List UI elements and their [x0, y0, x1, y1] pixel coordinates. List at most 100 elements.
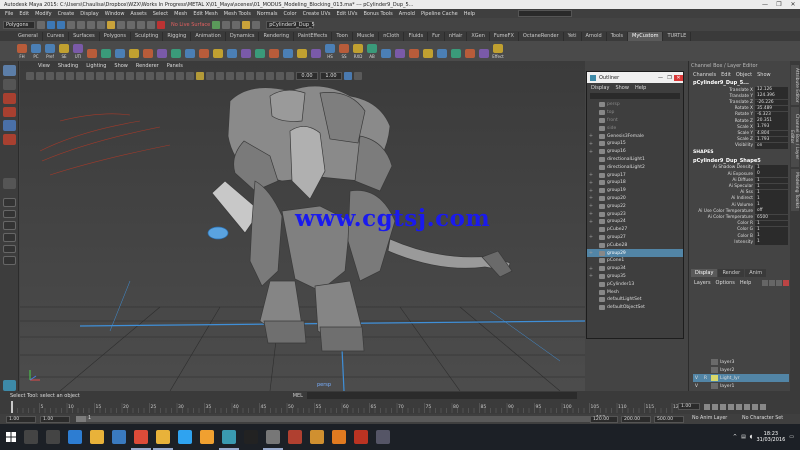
shelf-tool-tool-5-icon[interactable]	[86, 43, 98, 59]
undo-icon[interactable]	[67, 20, 75, 29]
anti-aliasing-icon[interactable]	[236, 71, 244, 80]
layer-menu-layers[interactable]: Layers	[694, 280, 711, 286]
make-live-icon[interactable]	[157, 20, 165, 29]
channel-row[interactable]: Ai Exposure 0	[689, 171, 790, 177]
channel-row[interactable]: Rotate Y -6.323	[689, 112, 790, 118]
redo-icon[interactable]	[77, 20, 85, 29]
mel-command-field[interactable]	[306, 392, 577, 399]
shelf-tab-sculpting[interactable]: Sculpting	[131, 31, 164, 41]
channel-row[interactable]: Translate Z -26.226	[689, 99, 790, 106]
shelf-tool-tool-20-icon[interactable]	[296, 43, 308, 59]
shelf-tool-tool-11-icon[interactable]	[170, 43, 182, 59]
view-transform-icon[interactable]	[354, 71, 362, 80]
resolution-gate-icon[interactable]	[106, 71, 114, 80]
move-tool-icon[interactable]	[2, 106, 16, 118]
menu-pipeline-cache[interactable]: Pipeline Cache	[418, 11, 461, 17]
hypershade-layout-icon[interactable]	[2, 256, 16, 266]
folder-icon[interactable]	[153, 430, 173, 450]
step-forward-frame-icon[interactable]	[744, 404, 750, 410]
outliner-window[interactable]: Outliner — ❐ ✕ Display Show Help persp top f…	[586, 71, 684, 339]
edge-icon[interactable]	[68, 430, 82, 444]
expand-toggle-icon[interactable]: +	[587, 149, 595, 155]
shelf-tool-tool-26-icon[interactable]	[380, 43, 392, 59]
channel-row[interactable]: Scale X 1.793	[689, 124, 790, 131]
explorer-icon[interactable]	[90, 430, 104, 444]
outliner-menu-show[interactable]: Show	[615, 85, 629, 91]
safe-action-icon[interactable]	[136, 71, 144, 80]
shelf-tool-tool-8-icon[interactable]	[128, 43, 140, 59]
expand-toggle-icon[interactable]: +	[587, 188, 595, 194]
shelf-tool-tool-13-icon[interactable]	[198, 43, 210, 59]
expand-toggle-icon[interactable]: +	[587, 180, 595, 186]
select-tool-icon[interactable]	[2, 65, 16, 76]
shelf-tool-pref-icon[interactable]: Pref	[44, 43, 56, 59]
shelf-tool-effect-icon[interactable]: Effect	[492, 43, 504, 59]
outliner-close-button[interactable]: ✕	[674, 74, 683, 81]
viewport-menu-panels[interactable]: Panels	[163, 63, 187, 69]
shelf-tool-tool-19-icon[interactable]	[282, 43, 294, 59]
outliner-item[interactable]: top	[587, 109, 683, 117]
new-layer-icon[interactable]	[776, 280, 782, 286]
shelf-tab-turtle[interactable]: TURTLE	[663, 31, 692, 41]
outliner-item[interactable]: side	[587, 124, 683, 132]
shadows-icon[interactable]	[206, 71, 214, 80]
channel-value-field[interactable]: 1	[755, 165, 788, 171]
isolate-select-icon[interactable]	[256, 71, 264, 80]
outliner-item[interactable]: + group23	[587, 210, 683, 218]
snap-point-icon[interactable]	[137, 20, 145, 29]
wireframe-on-shaded-icon[interactable]	[176, 71, 184, 80]
shelf-tab-painteffects[interactable]: PaintEffects	[294, 31, 333, 41]
open-scene-icon[interactable]	[47, 20, 55, 29]
shelf-tool-tool-18-icon[interactable]	[268, 43, 280, 59]
channel-value-field[interactable]: 1.793	[755, 136, 788, 143]
channel-value-field[interactable]: 0	[755, 171, 788, 177]
select-camera-icon[interactable]	[26, 71, 34, 80]
close-button[interactable]: ✕	[786, 1, 800, 8]
menu-help[interactable]: Help	[461, 11, 478, 17]
persp-outliner-layout-icon[interactable]	[2, 233, 16, 242]
color-management-icon[interactable]	[344, 71, 352, 80]
channel-value-field[interactable]: off	[755, 208, 788, 215]
layer-row[interactable]: layer3	[693, 358, 789, 366]
expand-toggle-icon[interactable]: +	[587, 266, 595, 272]
shelf-tab-muscle[interactable]: Muscle	[353, 31, 380, 41]
menu-color[interactable]: Color	[281, 11, 300, 17]
shelf-tab-octanerender[interactable]: OctaneRender	[519, 31, 564, 41]
tab-attribute-editor[interactable]: Attribute Editor	[791, 65, 799, 105]
select-hierarchy-icon[interactable]	[87, 20, 95, 29]
illustrator-icon[interactable]	[200, 430, 214, 444]
safe-title-icon[interactable]	[146, 71, 154, 80]
clock[interactable]: 18:23 31/03/2016	[756, 431, 785, 443]
play-forward-icon[interactable]	[736, 404, 742, 410]
time-slider[interactable]: 5 10 15 20 25 30 35 40 45 50 55 60 65 70 75 80 85 90 95 100…	[0, 400, 800, 414]
shelf-tab-fluids[interactable]: Fluids	[404, 31, 429, 41]
layer-color-swatch[interactable]	[711, 383, 718, 389]
channel-value-field[interactable]: 4.804	[755, 130, 788, 137]
character-set-dropdown[interactable]: No Character Set	[742, 416, 783, 421]
outliner-item[interactable]: + group16	[587, 148, 683, 156]
expand-toggle-icon[interactable]: +	[587, 273, 595, 279]
layer-menu-options[interactable]: Options	[716, 280, 735, 286]
shelf-tab-yeti[interactable]: Yeti	[564, 31, 582, 41]
expand-toggle-icon[interactable]: +	[587, 133, 595, 139]
shelf-tool-tool-29-icon[interactable]	[422, 43, 434, 59]
channel-value-field[interactable]: -6.323	[755, 112, 788, 118]
depth-of-field-icon[interactable]	[246, 71, 254, 80]
outliner-item[interactable]: + group24	[587, 218, 683, 226]
menu-modify[interactable]: Modify	[32, 11, 55, 17]
step-forward-key-icon[interactable]	[752, 404, 758, 410]
animation-end-field[interactable]: 500.00	[654, 415, 684, 423]
range-start-handle[interactable]	[76, 416, 86, 422]
single-pane-layout-icon[interactable]	[2, 198, 16, 207]
outliner-item[interactable]: + group27	[587, 234, 683, 242]
xray-joints-icon[interactable]	[276, 71, 284, 80]
menu-bonus-tools[interactable]: Bonus Tools	[360, 11, 395, 17]
menu-window[interactable]: Window	[102, 11, 128, 17]
channel-value-field[interactable]: 1	[755, 183, 788, 190]
range-slider[interactable]: 1 120	[76, 416, 616, 422]
input-mode-icon[interactable]	[252, 20, 261, 29]
snap-curve-icon[interactable]	[127, 20, 135, 29]
end-time-field[interactable]: 200.00	[621, 415, 651, 423]
menu-mesh[interactable]: Mesh	[171, 11, 190, 17]
last-tool-icon[interactable]	[2, 178, 16, 190]
